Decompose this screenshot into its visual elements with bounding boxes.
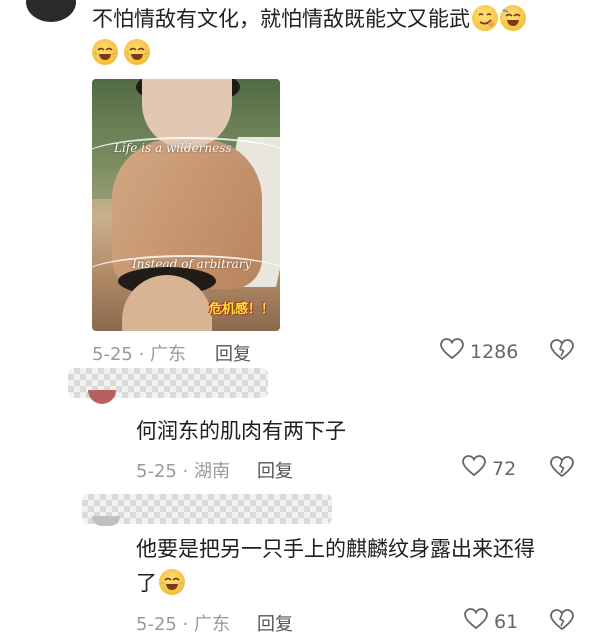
image-caption: 危机感！！ — [208, 302, 274, 317]
like-count: 61 — [494, 610, 519, 633]
comment-text: 何润东的肌肉有两下子 — [136, 419, 346, 443]
tears-of-joy-emoji-icon — [159, 569, 185, 595]
like-count: 72 — [492, 457, 517, 480]
heart-broken-outline-icon — [550, 456, 574, 482]
heart-broken-outline-icon — [550, 339, 574, 365]
smirk-emoji-icon — [472, 5, 498, 31]
comment-date-location: 5-25 · 湖南 — [136, 461, 231, 482]
like-button[interactable]: 1286 — [440, 338, 518, 365]
masked-username — [82, 494, 332, 524]
comment-text-line-2: 了 — [136, 568, 185, 598]
like-button[interactable]: 61 — [464, 608, 518, 635]
heart-broken-outline-icon — [550, 609, 574, 635]
avatar[interactable] — [88, 390, 116, 404]
reply-button[interactable]: 回复 — [257, 610, 293, 636]
dislike-button[interactable] — [550, 609, 574, 635]
dislike-button[interactable] — [550, 456, 574, 482]
tears-of-joy-emoji-icon — [124, 39, 150, 65]
heart-outline-icon — [462, 455, 486, 482]
comment-text-line-1: 他要是把另一只手上的麒麟纹身露出来还得 — [136, 537, 535, 561]
image-script-text: Life is a wilderness — [114, 141, 232, 155]
comment-date-location: 5-25 · 广东 — [92, 344, 187, 365]
comment-text: 不怕情敌有文化，就怕情敌既能文又能武 — [92, 4, 526, 34]
heart-outline-icon — [440, 338, 464, 365]
comment-image[interactable]: Life is a wilderness Instead of arbitrar… — [92, 79, 280, 331]
like-count: 1286 — [470, 340, 519, 363]
avatar[interactable] — [92, 516, 120, 526]
reply-button[interactable]: 回复 — [215, 340, 251, 366]
comment-date-location: 5-25 · 广东 — [136, 614, 231, 635]
comment-emoji-line — [92, 38, 150, 68]
reply-button[interactable]: 回复 — [257, 457, 293, 483]
tears-of-joy-emoji-icon — [92, 39, 118, 65]
like-button[interactable]: 72 — [462, 455, 516, 482]
grin-emoji-icon — [500, 5, 526, 31]
avatar[interactable] — [26, 0, 76, 22]
dislike-button[interactable] — [550, 339, 574, 365]
heart-outline-icon — [464, 608, 488, 635]
